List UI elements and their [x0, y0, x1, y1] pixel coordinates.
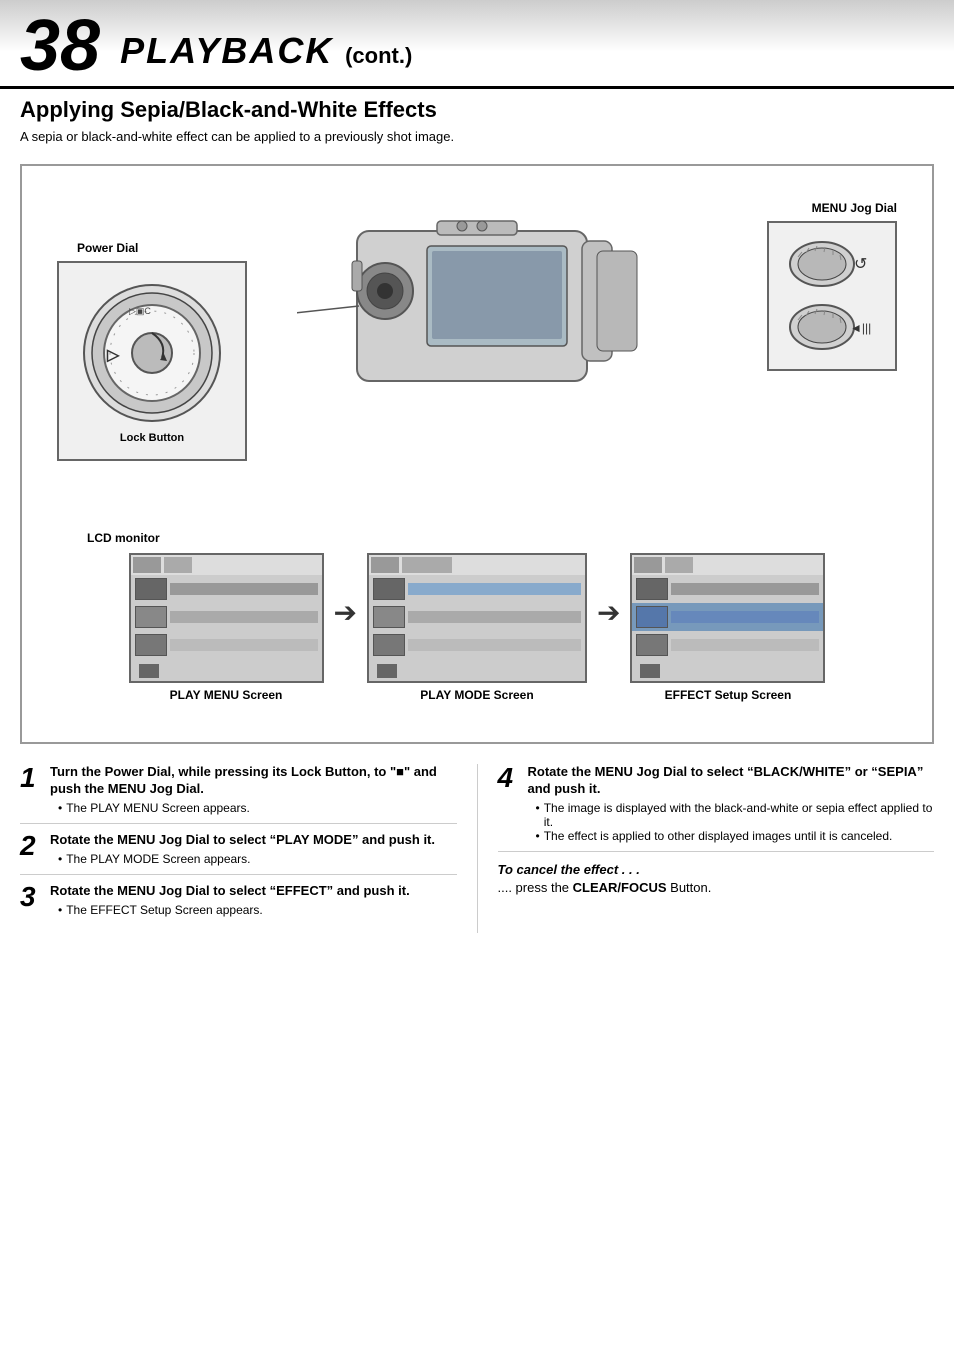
cancel-button-name: CLEAR/FOCUS — [573, 880, 667, 895]
arrow-2: ➔ — [597, 596, 620, 629]
lcd-monitor-label: LCD monitor — [87, 531, 917, 545]
step-4-body: The image is displayed with the black-an… — [528, 801, 935, 843]
step-1-content: Turn the Power Dial, while pressing its … — [50, 764, 457, 815]
effect-setup-screen-block: EFFECT Setup Screen — [630, 553, 825, 702]
screens-row: PLAY MENU Screen ➔ — [37, 553, 917, 702]
power-dial-label: Power Dial — [77, 241, 138, 255]
steps-section: 1 Turn the Power Dial, while pressing it… — [0, 754, 954, 943]
effect-setup-screen — [630, 553, 825, 683]
step-4: 4 Rotate the MENU Jog Dial to select “BL… — [498, 764, 935, 852]
cancel-section: To cancel the effect . . . .... press th… — [498, 862, 935, 895]
play-menu-screen-label: PLAY MENU Screen — [170, 688, 283, 702]
header-title: PLAYBACK — [120, 30, 333, 71]
cancel-prefix: .... press the — [498, 880, 573, 895]
header-cont: (cont.) — [345, 43, 412, 68]
step-2-number: 2 — [20, 832, 42, 866]
camera-area: Power Dial ▷ ▷▣C — [37, 181, 917, 521]
step-4-content: Rotate the MENU Jog Dial to select “BLAC… — [528, 764, 935, 843]
step-3-body: The EFFECT Setup Screen appears. — [50, 903, 457, 917]
step-2-bullet-1: The PLAY MODE Screen appears. — [58, 852, 457, 866]
cancel-suffix: Button. — [667, 880, 712, 895]
step-2-title: Rotate the MENU Jog Dial to select “PLAY… — [50, 832, 457, 849]
lock-button-label: Lock Button — [120, 432, 184, 444]
page-number: 38 — [20, 10, 100, 82]
jog-dial-bottom-svg: ◄||| — [782, 300, 882, 355]
power-dial-svg: ▷ ▷▣C — [77, 278, 227, 428]
step-3: 3 Rotate the MENU Jog Dial to select “EF… — [20, 883, 457, 925]
step-3-title: Rotate the MENU Jog Dial to select “EFFE… — [50, 883, 457, 900]
cancel-title: To cancel the effect . . . — [498, 862, 935, 877]
step-1-bullet-1: The PLAY MENU Screen appears. — [58, 801, 457, 815]
page-description: A sepia or black-and-white effect can be… — [0, 127, 954, 154]
step-3-content: Rotate the MENU Jog Dial to select “EFFE… — [50, 883, 457, 917]
camera-svg — [297, 191, 657, 461]
play-mode-screen — [367, 553, 587, 683]
page-header: 38 PLAYBACK (cont.) — [0, 0, 954, 89]
power-dial-box: ▷ ▷▣C Lock Button — [57, 261, 247, 461]
step-4-number: 4 — [498, 764, 520, 843]
step-1-body: The PLAY MENU Screen appears. — [50, 801, 457, 815]
jog-dial-top-svg: ↺ — [782, 237, 882, 292]
steps-right-col: 4 Rotate the MENU Jog Dial to select “BL… — [477, 764, 935, 933]
step-3-number: 3 — [20, 883, 42, 917]
svg-text:▷: ▷ — [106, 347, 120, 364]
step-3-bullet-1: The EFFECT Setup Screen appears. — [58, 903, 457, 917]
play-mode-screen-label: PLAY MODE Screen — [420, 688, 533, 702]
diagram-box: Power Dial ▷ ▷▣C — [20, 164, 934, 744]
steps-left-col: 1 Turn the Power Dial, while pressing it… — [20, 764, 477, 933]
step-4-title: Rotate the MENU Jog Dial to select “BLAC… — [528, 764, 935, 798]
page-subtitle: Applying Sepia/Black-and-White Effects — [0, 89, 954, 127]
step-4-bullet-1: The image is displayed with the black-an… — [536, 801, 935, 829]
menu-jog-dial-label: MENU Jog Dial — [812, 201, 897, 215]
cancel-body: .... press the CLEAR/FOCUS Button. — [498, 880, 935, 895]
step-2: 2 Rotate the MENU Jog Dial to select “PL… — [20, 832, 457, 875]
step-2-body: The PLAY MODE Screen appears. — [50, 852, 457, 866]
svg-text:↺: ↺ — [854, 256, 867, 273]
step-1: 1 Turn the Power Dial, while pressing it… — [20, 764, 457, 824]
step-1-title: Turn the Power Dial, while pressing its … — [50, 764, 457, 798]
step-1-number: 1 — [20, 764, 42, 815]
step-2-content: Rotate the MENU Jog Dial to select “PLAY… — [50, 832, 457, 866]
effect-setup-screen-label: EFFECT Setup Screen — [665, 688, 792, 702]
play-menu-screen — [129, 553, 324, 683]
arrow-1: ➔ — [334, 596, 357, 629]
camera-illustration — [297, 191, 657, 464]
step-4-bullet-2: The effect is applied to other displayed… — [536, 829, 935, 843]
jog-dial-box: ↺ ◄||| — [767, 221, 897, 371]
play-menu-screen-block: PLAY MENU Screen — [129, 553, 324, 702]
svg-text:◄|||: ◄||| — [850, 321, 871, 335]
play-mode-screen-block: PLAY MODE Screen — [367, 553, 587, 702]
svg-text:▷▣C: ▷▣C — [129, 306, 151, 316]
